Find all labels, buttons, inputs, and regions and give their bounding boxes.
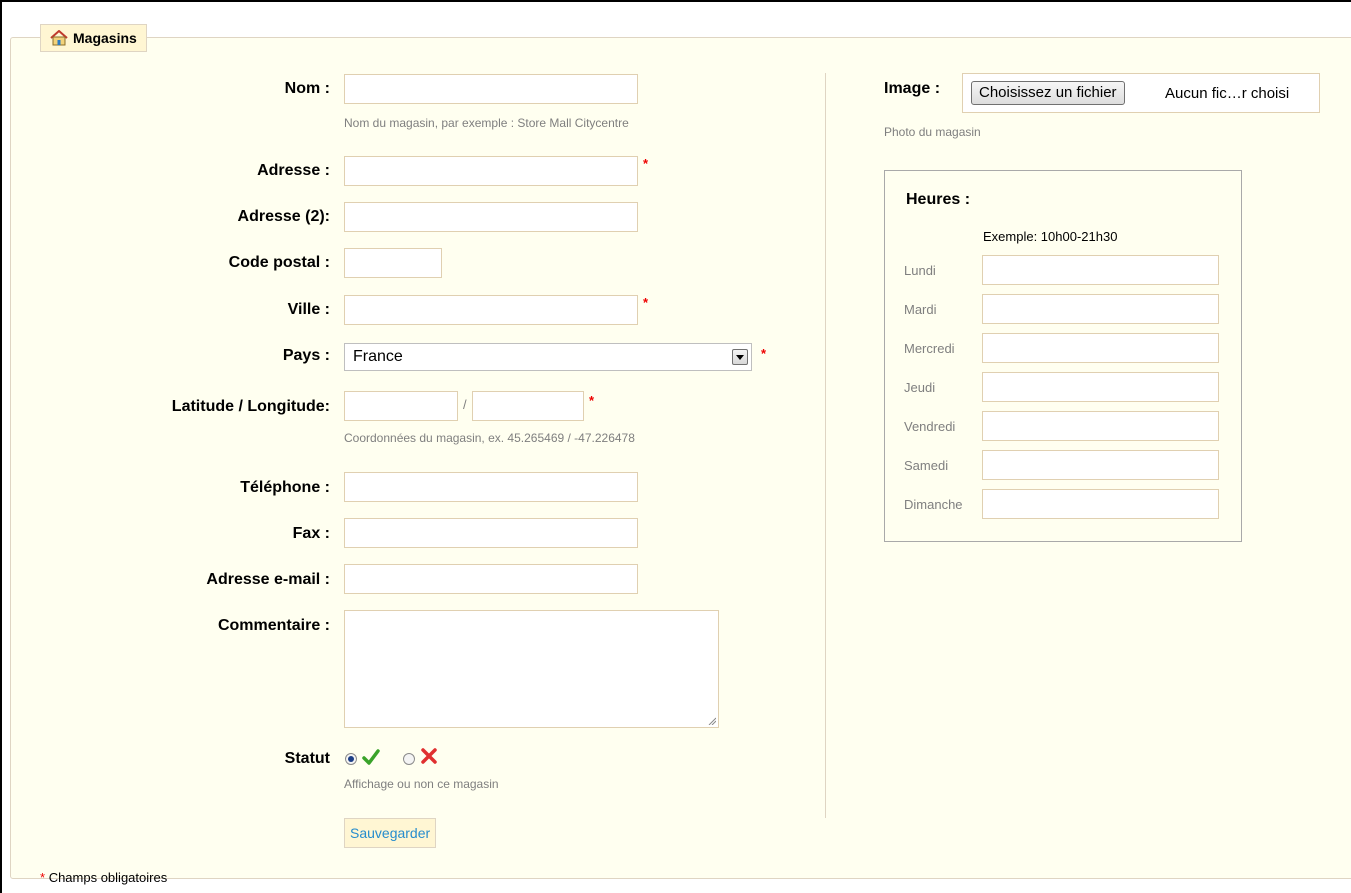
hours-example: Exemple: 10h00-21h30 [983,229,1118,244]
label-latlng: Latitude / Longitude: [171,398,330,415]
hours-input-dimanche[interactable] [982,489,1219,519]
image-file-input[interactable]: Choisissez un fichier Aucun fic…r choisi [962,73,1320,113]
fieldset-legend: Magasins [40,24,147,52]
resize-grip-icon[interactable] [708,717,716,725]
choose-file-button[interactable]: Choisissez un fichier [971,81,1125,105]
label-image: Image : [884,80,941,97]
label-code-postal: Code postal : [228,254,330,271]
adresse-input[interactable] [344,156,638,186]
day-label: Samedi [904,458,949,473]
ville-input[interactable] [344,295,638,325]
pays-select[interactable]: France [344,343,752,371]
statut-disabled-radio[interactable] [403,753,415,765]
code-postal-input[interactable] [344,248,442,278]
day-label: Mardi [904,302,937,317]
image-hint: Photo du magasin [884,125,981,139]
required-star: * [40,870,46,885]
label-email: Adresse e-mail : [206,571,330,588]
hours-input-lundi[interactable] [982,255,1219,285]
pays-required-star: * [761,346,767,361]
label-adresse2: Adresse (2): [237,208,330,225]
statut-enabled-radio[interactable] [345,753,357,765]
adresse2-input[interactable] [344,202,638,232]
label-commentaire: Commentaire : [217,617,330,634]
commentaire-textarea[interactable] [344,610,719,728]
label-pays: Pays : [282,347,330,364]
nom-hint: Nom du magasin, par exemple : Store Mall… [344,116,629,130]
label-fax: Fax : [292,525,330,542]
window-frame-top [0,0,1351,2]
latlng-required-star: * [589,393,595,408]
chevron-down-icon[interactable] [732,349,748,365]
required-note-text: Champs obligatoires [48,870,168,885]
column-separator [825,73,826,818]
label-adresse: Adresse : [257,162,330,179]
home-icon [49,30,69,46]
legend-title: Magasins [73,30,137,46]
statut-hint: Affichage ou non ce magasin [344,777,499,791]
hours-input-samedi[interactable] [982,450,1219,480]
hours-title: Heures : [906,191,971,208]
nom-input[interactable] [344,74,638,104]
label-telephone: Téléphone : [240,479,330,496]
longitude-input[interactable] [472,391,584,421]
day-label: Jeudi [904,380,936,395]
save-button[interactable]: Sauvegarder [344,818,437,848]
cross-icon[interactable] [421,748,437,767]
day-label: Mercredi [904,341,955,356]
check-icon[interactable] [362,749,380,768]
label-ville: Ville : [287,301,330,318]
hours-panel: Heures : Exemple: 10h00-21h30 Lundi Mard… [884,170,1242,542]
label-nom: Nom : [284,80,330,97]
hours-input-jeudi[interactable] [982,372,1219,402]
telephone-input[interactable] [344,472,638,502]
window-frame-left [0,0,2,893]
file-name-text: Aucun fic…r choisi [1165,85,1290,102]
latitude-input[interactable] [344,391,458,421]
adresse-required-star: * [643,156,649,171]
hours-input-mercredi[interactable] [982,333,1219,363]
required-fields-note: * Champs obligatoires [40,870,167,885]
hours-input-mardi[interactable] [982,294,1219,324]
hours-input-vendredi[interactable] [982,411,1219,441]
day-label: Lundi [904,263,936,278]
latlng-hint: Coordonnées du magasin, ex. 45.265469 / … [344,431,635,445]
day-label: Dimanche [904,497,963,512]
label-statut: Statut [284,750,330,767]
fax-input[interactable] [344,518,638,548]
email-input[interactable] [344,564,638,594]
latlng-separator: / [463,397,467,412]
day-label: Vendredi [904,419,956,434]
pays-selected-value: France [353,348,403,365]
ville-required-star: * [643,295,649,310]
